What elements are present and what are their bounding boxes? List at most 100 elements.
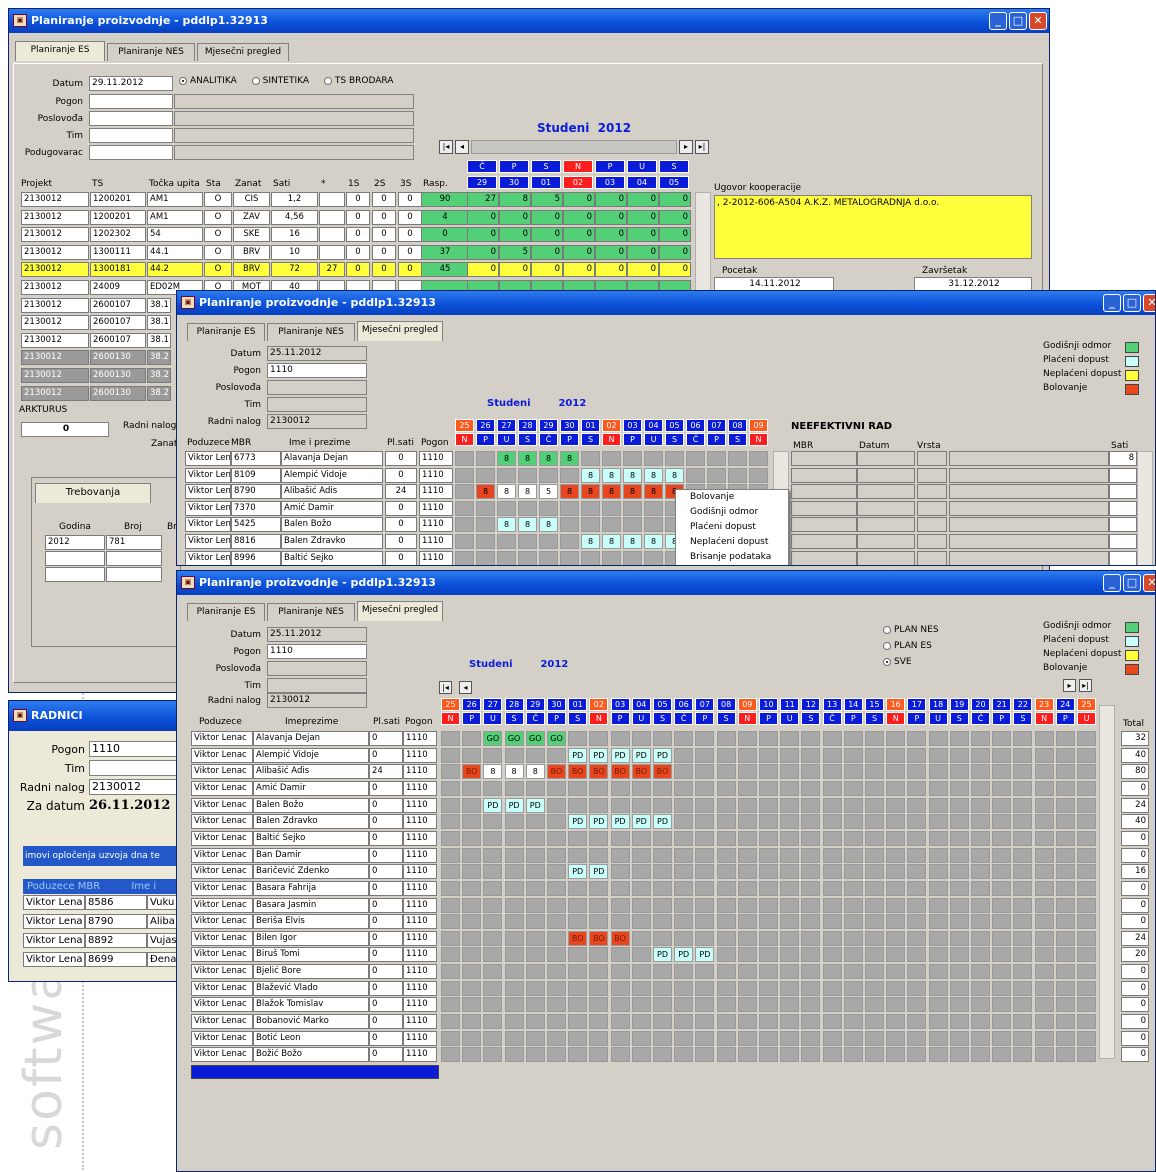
ime-cell[interactable]: Baltić Sejko [253,830,369,846]
day-cell[interactable] [992,814,1012,830]
day-cell[interactable] [483,814,503,830]
neef-datum[interactable] [857,467,915,483]
day-cell[interactable] [949,864,969,880]
day-cell[interactable] [843,997,863,1013]
day-cell[interactable] [441,980,460,996]
col-ime[interactable]: Ime i [131,881,156,892]
day-cell[interactable] [483,897,503,913]
scroll-first-button[interactable]: |◂ [439,140,453,154]
day-cell[interactable]: 8 [518,484,537,500]
table-cell[interactable]: 0 [372,262,396,278]
day-cell[interactable] [865,1014,884,1030]
day-cell[interactable] [581,517,600,533]
day-cell[interactable] [525,1047,545,1063]
day-cell[interactable]: 27 [467,192,499,207]
day-cell[interactable] [759,864,778,880]
day-cell[interactable] [1077,747,1096,763]
day-cell[interactable] [644,517,663,533]
day-cell[interactable] [801,964,821,980]
day-cell[interactable] [497,500,516,516]
day-cell[interactable]: 0 [627,262,659,278]
day-cell[interactable] [843,747,863,763]
table-cell[interactable]: 0 [398,192,422,207]
day-cell[interactable] [801,997,821,1013]
day-cell[interactable]: PD [568,864,588,880]
tab-planiranje-es[interactable]: Planiranje ES [187,323,265,341]
pogon-cell[interactable]: 1110 [403,764,437,780]
day-cell[interactable] [971,964,990,980]
day-cell[interactable] [992,1014,1012,1030]
day-cell[interactable]: 8 [497,484,516,500]
day-cell[interactable] [865,764,884,780]
day-cell[interactable] [589,780,609,796]
day-cell[interactable]: PD [610,747,630,763]
day-cell[interactable]: 0 [467,262,499,278]
plsati-cell[interactable]: 0 [369,947,403,963]
empty-cell[interactable] [106,551,162,566]
day-cell[interactable] [801,814,821,830]
poduzece-cell[interactable]: Viktor Lenac [191,964,253,980]
day-cell[interactable] [695,814,715,830]
neef-mbr[interactable] [791,517,857,533]
day-cell[interactable]: BO [589,930,609,946]
day-cell[interactable] [716,797,736,813]
day-cell[interactable] [695,930,715,946]
day-cell[interactable] [1034,897,1054,913]
total-cell[interactable]: 16 [1121,864,1149,880]
title-bar[interactable]: ▣ Planiranje proizvodnje - pddlp1.32913 _… [177,571,1155,595]
day-cell[interactable] [822,1014,842,1030]
day-cell[interactable] [780,797,800,813]
day-cell[interactable] [928,764,948,780]
day-cell[interactable] [1013,864,1033,880]
day-cell[interactable] [949,764,969,780]
table-cell[interactable]: BRV [233,244,270,260]
total-cell[interactable]: 32 [1121,731,1149,746]
day-cell[interactable] [462,947,482,963]
day-cell[interactable] [1034,997,1054,1013]
day-cell[interactable] [674,764,694,780]
day-cell[interactable] [653,980,672,996]
day-cell[interactable] [483,880,503,896]
day-cell[interactable] [525,830,545,846]
day-cell[interactable] [547,880,566,896]
day-cell[interactable] [865,980,884,996]
day-cell[interactable] [928,880,948,896]
ime-cell[interactable]: Alavanja Dejan [281,451,383,466]
day-cell[interactable]: 0 [595,262,627,278]
scroll-next-button[interactable]: ▸ [679,140,693,154]
table-cell[interactable]: 54 [147,227,203,243]
day-cell[interactable]: 8 [581,484,600,500]
table-cell[interactable]: 10 [271,244,318,260]
day-cell[interactable] [1055,814,1075,830]
poduzece-cell[interactable]: Viktor Lenac [191,997,253,1013]
total-cell[interactable]: 20 [1121,947,1149,963]
day-cell[interactable] [949,880,969,896]
day-cell[interactable] [749,451,768,466]
table-cell[interactable]: 1200201 [90,209,146,225]
table-cell[interactable]: 38.2 [147,385,171,401]
day-cell[interactable]: BO [568,930,588,946]
day-cell[interactable] [716,880,736,896]
day-cell[interactable] [780,1030,800,1046]
day-cell[interactable] [455,534,474,549]
day-cell[interactable]: 8 [665,467,684,483]
table-cell[interactable] [319,192,345,207]
mbr-cell[interactable]: 5425 [231,517,281,533]
day-cell[interactable] [674,1014,694,1030]
day-cell[interactable] [949,797,969,813]
ime-cell[interactable]: Baltić Sejko [281,550,383,565]
plsati-cell[interactable]: 0 [369,864,403,880]
day-cell[interactable] [780,997,800,1013]
day-cell[interactable] [483,1047,503,1063]
day-cell[interactable] [589,914,609,930]
table-cell[interactable]: 24009 [90,280,146,295]
col-header[interactable]: Točka upita [149,179,200,189]
day-cell[interactable]: 5 [539,484,558,500]
day-cell[interactable] [971,747,990,763]
day-cell[interactable] [1055,731,1075,746]
neef-opis[interactable] [949,500,1109,516]
day-cell[interactable] [822,914,842,930]
table-cell[interactable]: 0 [398,244,422,260]
day-cell[interactable] [843,731,863,746]
day-cell[interactable] [631,930,651,946]
